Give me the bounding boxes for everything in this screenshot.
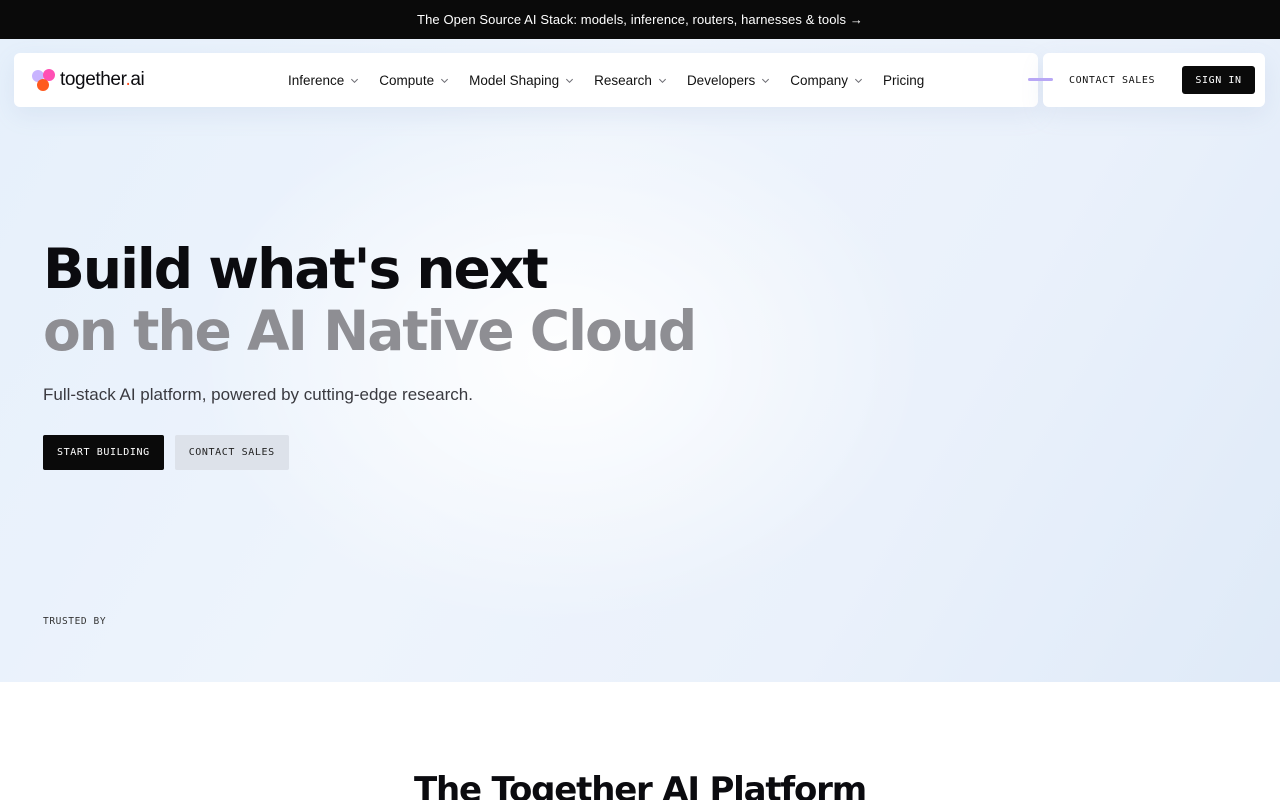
nav-item-label: Developers xyxy=(686,72,756,88)
nav-item-compute[interactable]: Compute xyxy=(379,73,449,88)
platform-section-title: The Together AI Platform xyxy=(414,770,867,800)
chevron-down-icon xyxy=(566,78,574,83)
hero-title: Build what's next on the AI Native Cloud xyxy=(43,237,697,363)
nav-item-research[interactable]: Research xyxy=(594,73,667,88)
hero-title-line2: on the AI Native Cloud xyxy=(43,299,697,363)
announcement-link[interactable]: The Open Source AI Stack: models, infere… xyxy=(417,12,863,27)
chevron-down-icon xyxy=(351,78,359,83)
nav-links: Inference Compute Model Shaping Research… xyxy=(288,53,924,107)
logo-wordmark: together.ai xyxy=(60,69,145,90)
hero-actions: START BUILDING CONTACT SALES xyxy=(43,435,289,470)
main-nav: together.ai Inference Compute Model Shap… xyxy=(14,53,1038,107)
nav-item-model-shaping[interactable]: Model Shaping xyxy=(469,73,574,88)
nav-item-pricing[interactable]: Pricing xyxy=(883,73,924,88)
sign-in-button[interactable]: SIGN IN xyxy=(1182,66,1255,94)
hero-title-line1: Build what's next xyxy=(43,237,549,301)
nav-actions: CONTACT SALES SIGN IN xyxy=(1043,53,1265,107)
nav-item-label: Pricing xyxy=(883,72,925,88)
nav-divider-accent xyxy=(1028,78,1053,81)
nav-item-label: Research xyxy=(594,72,652,88)
nav-item-label: Model Shaping xyxy=(469,72,560,88)
announcement-bar: The Open Source AI Stack: models, infere… xyxy=(0,0,1280,39)
nav-item-label: Company xyxy=(790,72,849,88)
logo-icon xyxy=(32,69,56,91)
nav-item-inference[interactable]: Inference xyxy=(288,73,359,88)
hero-contact-sales-button[interactable]: CONTACT SALES xyxy=(174,435,289,470)
trusted-by-label: TRUSTED BY xyxy=(43,616,107,627)
nav-item-developers[interactable]: Developers xyxy=(687,73,770,88)
hero-subtitle: Full-stack AI platform, powered by cutti… xyxy=(43,385,473,404)
chevron-down-icon xyxy=(855,78,863,83)
chevron-down-icon xyxy=(658,78,666,83)
chevron-down-icon xyxy=(441,78,449,83)
nav-contact-sales-button[interactable]: CONTACT SALES xyxy=(1069,66,1155,94)
nav-item-label: Compute xyxy=(379,72,435,88)
start-building-button[interactable]: START BUILDING xyxy=(43,435,164,470)
nav-item-label: Inference xyxy=(288,72,345,88)
together-logo[interactable]: together.ai xyxy=(32,69,145,91)
chevron-down-icon xyxy=(762,78,770,83)
nav-item-company[interactable]: Company xyxy=(790,73,863,88)
